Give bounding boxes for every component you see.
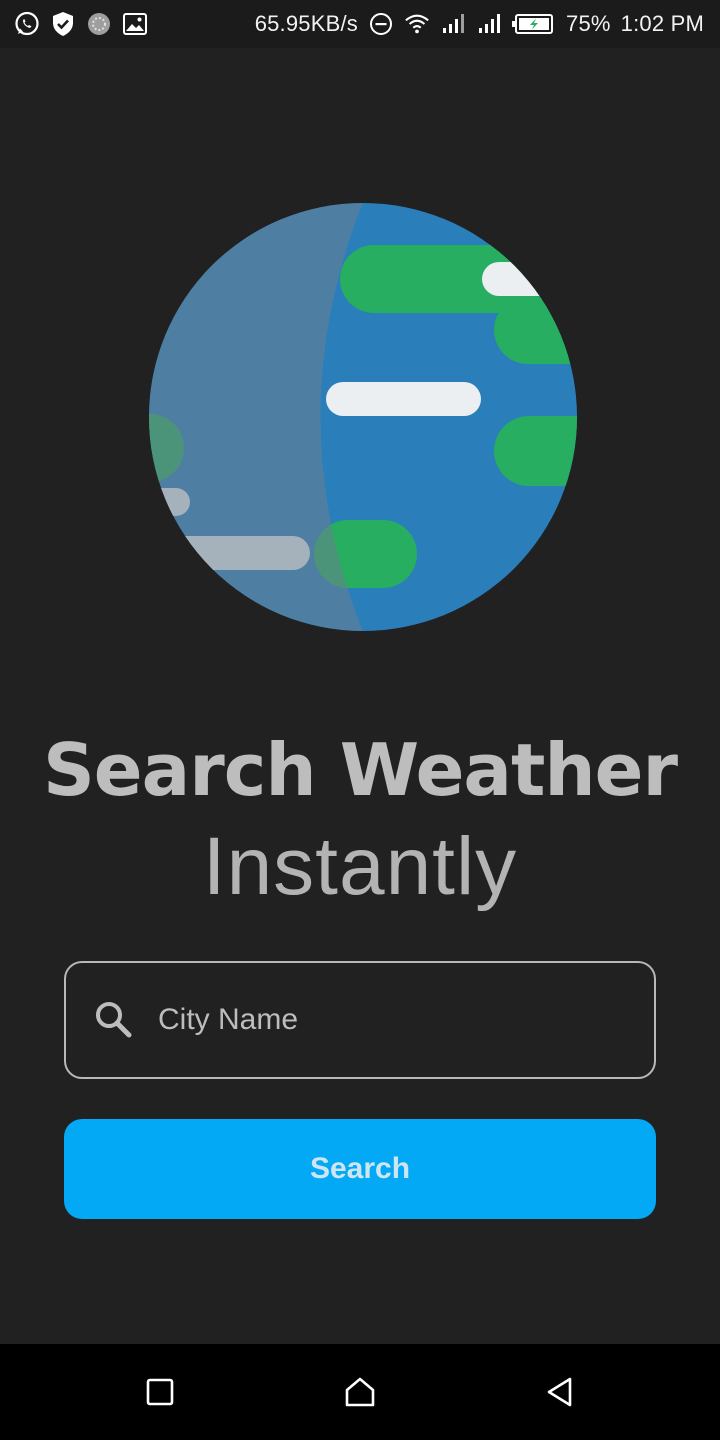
whatsapp-icon xyxy=(14,11,40,37)
signal-icon xyxy=(476,11,502,37)
search-icon xyxy=(92,998,136,1042)
status-bar: 65.95KB/s 75% 1:02 PM xyxy=(0,0,720,48)
network-speed: 65.95KB/s xyxy=(254,11,359,36)
do-not-disturb-icon xyxy=(368,11,394,37)
status-bar-right: 65.95KB/s 75% 1:02 PM xyxy=(255,11,704,37)
navigation-bar xyxy=(0,1344,720,1440)
page-title: Search Weather xyxy=(42,728,678,812)
image-icon xyxy=(122,11,148,37)
wifi-icon xyxy=(404,11,430,37)
page-subtitle: Instantly xyxy=(202,821,518,912)
signal-icon xyxy=(440,11,466,37)
city-name-input[interactable] xyxy=(158,963,654,1077)
battery-charging-icon xyxy=(512,11,556,37)
app-screen: 65.95KB/s 75% 1:02 PM Search Weather Ins… xyxy=(0,0,720,1440)
clock-time: 1:02 PM xyxy=(620,11,704,36)
battery-percent: 75% xyxy=(566,11,611,36)
status-bar-left xyxy=(14,11,148,37)
shield-check-icon xyxy=(50,11,76,37)
city-search-field[interactable] xyxy=(64,961,656,1079)
recents-square-icon[interactable] xyxy=(120,1352,200,1432)
globe-weather-icon xyxy=(148,202,578,632)
search-button[interactable]: Search xyxy=(64,1119,656,1219)
sync-icon xyxy=(86,11,112,37)
home-icon[interactable] xyxy=(320,1352,400,1432)
back-triangle-icon[interactable] xyxy=(520,1352,600,1432)
